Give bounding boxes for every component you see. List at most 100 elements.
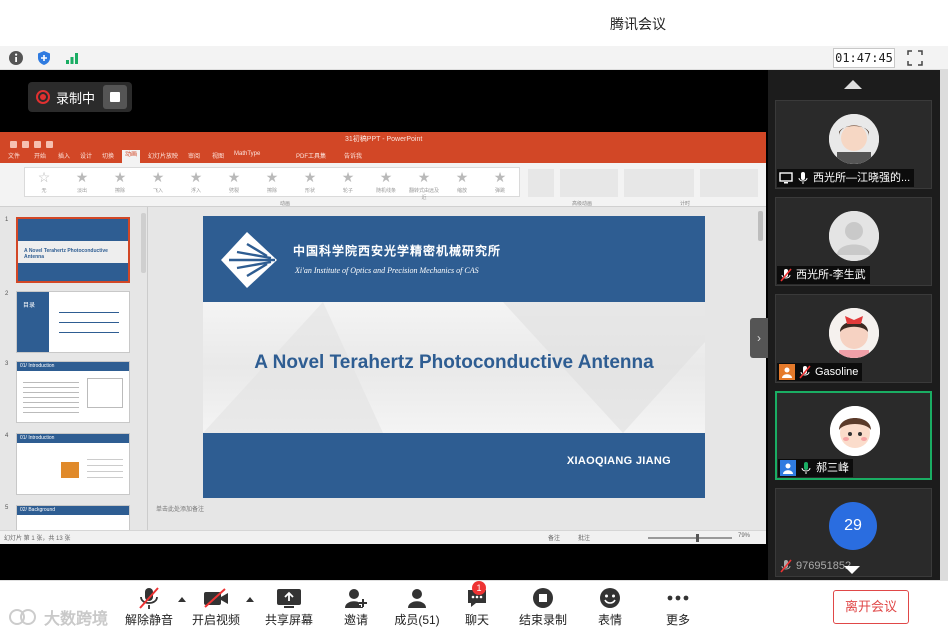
audio-options-caret[interactable] xyxy=(178,597,186,602)
reorder-group[interactable] xyxy=(700,169,758,197)
tab-view[interactable]: 视图 xyxy=(212,151,224,160)
tab-review[interactable]: 审阅 xyxy=(188,151,200,160)
tab-design[interactable]: 设计 xyxy=(80,151,92,160)
participant-name: 976951852 xyxy=(796,560,852,572)
record-dot-icon xyxy=(36,90,50,104)
ppt-title-bar: 31初稿PPT - PowerPoint xyxy=(0,132,766,148)
start-video-button[interactable]: 开启视频 xyxy=(190,585,242,628)
tab-pdf[interactable]: PDF工具集 xyxy=(296,151,326,160)
powerpoint-window: 31初稿PPT - PowerPoint 文件 开始 插入 设计 切换 动画 幻… xyxy=(0,132,766,544)
share-screen-button[interactable]: 共享屏幕 xyxy=(264,585,314,628)
more-button[interactable]: 更多 xyxy=(662,585,694,628)
animation-effect-label: 淡出 xyxy=(76,188,87,194)
tab-insert[interactable]: 插入 xyxy=(58,151,70,160)
animation-effect-item[interactable]: ★ 浮入 xyxy=(181,170,211,194)
emoji-icon xyxy=(600,588,620,608)
slide-thumbnail-3[interactable]: 01/ Introduction xyxy=(16,361,130,423)
participant-tile-4[interactable]: 郝三峰 xyxy=(775,391,932,480)
star-icon: ★ xyxy=(341,169,355,185)
zoom-slider[interactable] xyxy=(648,537,732,539)
timing-group[interactable] xyxy=(624,169,694,197)
participant-tile-2[interactable]: 西光所-李生武 xyxy=(775,197,932,286)
tab-slideshow[interactable]: 幻灯片放映 xyxy=(148,151,178,160)
star-icon: ★ xyxy=(417,169,431,185)
comments-toggle[interactable]: 批注 xyxy=(578,533,590,542)
tab-animations[interactable]: 动画 xyxy=(122,150,141,163)
animation-pane-button[interactable] xyxy=(528,169,554,197)
thumb-number: 1 xyxy=(5,217,9,223)
animation-effect-item[interactable]: ★ 轮子 xyxy=(333,170,363,194)
chat-button[interactable]: 1 聊天 xyxy=(460,581,494,628)
info-icon[interactable] xyxy=(7,49,25,67)
members-button[interactable]: 成员(51) xyxy=(392,585,442,628)
unmute-button[interactable]: 解除静音 xyxy=(124,585,174,628)
animation-effect-item[interactable]: ★ 缩放 xyxy=(447,170,477,194)
editor-scrollbar[interactable] xyxy=(758,211,763,241)
animation-effect-item[interactable]: ☆ 无 xyxy=(29,170,59,194)
slide-thumbnail-1[interactable]: A Novel Terahertz Photoconductive Antenn… xyxy=(16,217,130,283)
thumb-title: A Novel Terahertz Photoconductive Antenn… xyxy=(24,248,108,260)
tab-file[interactable]: 文件 xyxy=(8,151,20,160)
fullscreen-icon[interactable] xyxy=(906,49,924,67)
current-slide[interactable]: 中国科学院西安光学精密机械研究所 Xi'an Institute of Opti… xyxy=(203,216,705,498)
unmute-label: 解除静音 xyxy=(124,613,173,627)
members-label: 成员(51) xyxy=(394,613,440,627)
slide-thumbnail-4[interactable]: 01/ Introduction xyxy=(16,433,130,495)
thumbnail-scrollbar[interactable] xyxy=(141,213,146,273)
tab-home[interactable]: 开始 xyxy=(34,151,46,160)
animation-effect-item[interactable]: ★ 淡出 xyxy=(67,170,97,194)
chat-label: 聊天 xyxy=(464,613,489,627)
animation-effect-item[interactable]: ★ 飞入 xyxy=(143,170,173,194)
participant-panel: 西光所—江晓强的... 西光所-李生武 Gasoline 郝三峰 29 9769… xyxy=(768,70,940,580)
participant-tile-5[interactable]: 29 976951852 xyxy=(775,488,932,577)
shared-screen-area: 录制中 31初稿PPT - PowerPoint 文件 开始 插入 设计 切换 … xyxy=(0,70,768,580)
participant-nametag: 西光所-李生武 xyxy=(777,266,870,284)
tab-mathtype[interactable]: MathType xyxy=(234,151,260,157)
animation-effect-label: 弹跳 xyxy=(494,188,505,194)
animation-effect-item[interactable]: ★ 形状 xyxy=(295,170,325,194)
video-options-caret[interactable] xyxy=(246,597,254,602)
animation-effect-item[interactable]: ★ 擦除 xyxy=(257,170,287,194)
participant-nametag: 郝三峰 xyxy=(778,459,853,477)
recording-indicator: 录制中 xyxy=(28,82,132,112)
tab-transitions[interactable]: 切换 xyxy=(102,151,114,160)
signal-icon[interactable] xyxy=(63,49,81,67)
animation-effect-item[interactable]: ★ 弹跳 xyxy=(485,170,515,194)
thumb-number: 2 xyxy=(5,291,9,297)
animation-effect-item[interactable]: ★ 随机线条 xyxy=(371,170,401,194)
participant-name: 郝三峰 xyxy=(816,462,849,474)
scroll-down-icon[interactable] xyxy=(844,566,860,574)
stop-square-icon[interactable] xyxy=(103,85,128,109)
participant-tile-3[interactable]: Gasoline xyxy=(775,294,932,383)
animation-gallery: ☆ 无 ★ 淡出 ★ 擦除 ★ 飞入 ★ 浮入 ★ 劈裂 ★ 擦除 ★ 形状 ★ 轮子 ★ 随机线条 ★ 翻转式由远及近 ★… xyxy=(24,167,520,201)
participant-nametag: Gasoline xyxy=(777,363,863,381)
animation-effect-label: 飞入 xyxy=(152,188,163,194)
start-video-label: 开启视频 xyxy=(191,613,240,627)
scroll-up-icon[interactable] xyxy=(844,80,862,89)
user-icon xyxy=(779,364,795,380)
ppt-ribbon-tabs: 文件 开始 插入 设计 切换 动画 幻灯片放映 审阅 视图 MathType P… xyxy=(0,148,766,163)
emoji-button[interactable]: 表情 xyxy=(594,585,626,628)
notes-placeholder[interactable]: 单击此处添加备注 xyxy=(156,504,204,513)
slide-thumbnail-2[interactable]: 目录 xyxy=(16,291,130,353)
invite-button[interactable]: 邀请 xyxy=(336,585,376,628)
shield-icon[interactable] xyxy=(35,49,53,67)
avatar xyxy=(829,211,879,261)
notes-toggle[interactable]: 备注 xyxy=(548,533,560,542)
leave-meeting-button[interactable]: 离开会议 xyxy=(833,590,909,624)
advanced-animation-group[interactable] xyxy=(560,169,618,197)
zoom-knob[interactable] xyxy=(696,534,699,542)
animation-effect-item[interactable]: ★ 擦除 xyxy=(105,170,135,194)
slide-thumbnail-5[interactable]: 02/ Background xyxy=(16,505,130,530)
stop-recording-button[interactable]: 结束录制 xyxy=(518,585,568,628)
thumb-number: 5 xyxy=(5,505,9,511)
participant-tile-1[interactable]: 西光所—江晓强的... xyxy=(775,100,932,189)
chat-unread-badge: 1 xyxy=(472,581,486,595)
tab-tellme[interactable]: 告诉我 xyxy=(344,151,362,160)
animation-effect-item[interactable]: ★ 劈裂 xyxy=(219,170,249,194)
collapse-panel-button[interactable]: › xyxy=(750,318,768,358)
ribbon-group-label: 动画 xyxy=(280,201,291,207)
animation-effect-item[interactable]: ★ 翻转式由远及近 xyxy=(409,170,439,201)
emoji-label: 表情 xyxy=(597,613,622,627)
meeting-info-bar: 01:47:45 xyxy=(0,46,948,70)
